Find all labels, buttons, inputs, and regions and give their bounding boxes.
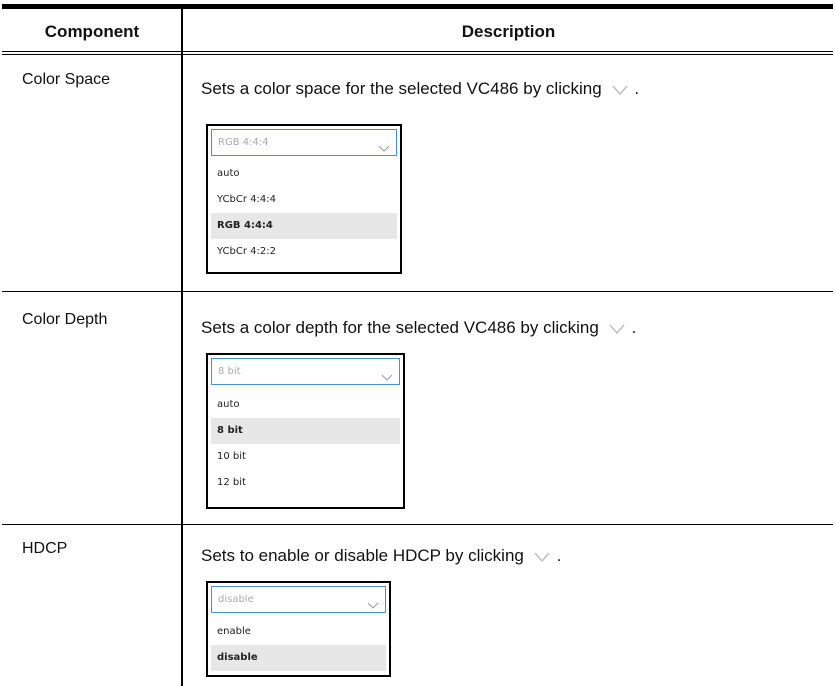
select-value: RGB 4:4:4 bbox=[218, 137, 269, 148]
component-color-space: Color Space bbox=[22, 71, 111, 88]
option-disable[interactable]: disable bbox=[211, 645, 386, 671]
description-text: Sets to enable or disable HDCP by clicki… bbox=[201, 546, 524, 565]
table-header: Component Description bbox=[2, 9, 833, 55]
row-divider bbox=[2, 524, 833, 525]
description-hdcp: Sets to enable or disable HDCP by clicki… bbox=[201, 546, 561, 566]
description-color-space: Sets a color space for the selected VC48… bbox=[201, 79, 639, 99]
option-10-bit[interactable]: 10 bit bbox=[211, 444, 400, 470]
option-auto[interactable]: auto bbox=[211, 161, 397, 187]
header-rule bbox=[2, 54, 833, 55]
component-hdcp: HDCP bbox=[22, 540, 68, 557]
description-period: . bbox=[556, 546, 562, 565]
option-ycbcr-422[interactable]: YCbCr 4:2:2 bbox=[211, 239, 397, 265]
option-rgb-444[interactable]: RGB 4:4:4 bbox=[211, 213, 397, 239]
chevron-down-icon bbox=[378, 138, 390, 157]
color-space-select[interactable]: RGB 4:4:4 bbox=[211, 129, 397, 156]
option-12-bit[interactable]: 12 bit bbox=[211, 470, 400, 496]
description-color-depth: Sets a color depth for the selected VC48… bbox=[201, 318, 636, 338]
hdcp-dropdown: disable enable disable bbox=[206, 581, 391, 677]
header-description: Description bbox=[461, 22, 556, 41]
color-space-dropdown: RGB 4:4:4 auto YCbCr 4:4:4 RGB 4:4:4 YCb… bbox=[206, 124, 402, 274]
row-divider bbox=[2, 291, 833, 292]
chevron-down-icon bbox=[610, 84, 630, 96]
color-depth-select[interactable]: 8 bit bbox=[211, 358, 400, 385]
description-text: Sets a color space for the selected VC48… bbox=[201, 79, 602, 98]
select-value: disable bbox=[218, 594, 254, 605]
chevron-down-icon bbox=[381, 367, 393, 386]
option-auto[interactable]: auto bbox=[211, 392, 400, 418]
hdcp-select[interactable]: disable bbox=[211, 586, 386, 613]
column-divider bbox=[181, 9, 183, 54]
chevron-down-icon bbox=[367, 595, 379, 614]
column-divider bbox=[181, 55, 183, 686]
option-8-bit[interactable]: 8 bit bbox=[211, 418, 400, 444]
option-enable[interactable]: enable bbox=[211, 619, 386, 645]
description-text: Sets a color depth for the selected VC48… bbox=[201, 318, 599, 337]
description-period: . bbox=[634, 79, 640, 98]
description-period: . bbox=[631, 318, 637, 337]
option-ycbcr-444[interactable]: YCbCr 4:4:4 bbox=[211, 187, 397, 213]
component-color-depth: Color Depth bbox=[22, 311, 108, 328]
select-value: 8 bit bbox=[218, 366, 241, 377]
header-component: Component bbox=[44, 22, 140, 41]
header-rule bbox=[2, 51, 833, 52]
chevron-down-icon bbox=[607, 323, 627, 335]
chevron-down-icon bbox=[532, 551, 552, 563]
color-depth-dropdown: 8 bit auto 8 bit 10 bit 12 bit bbox=[206, 353, 405, 509]
